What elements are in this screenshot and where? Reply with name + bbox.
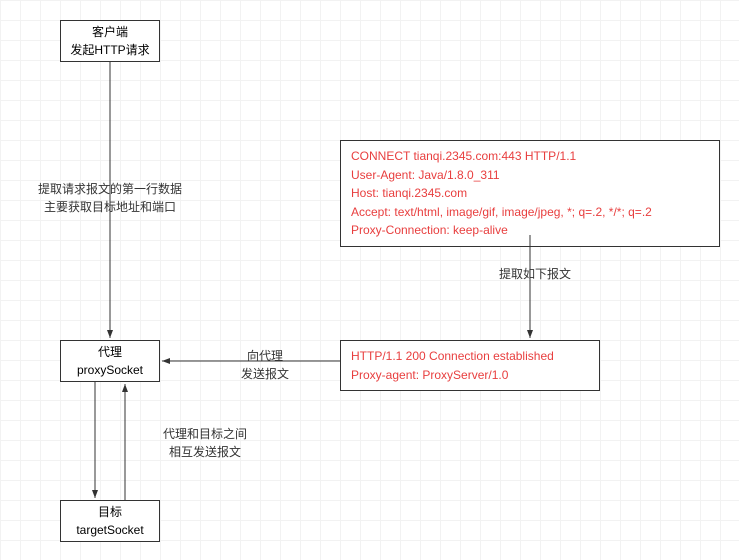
- proxy-line1: 代理: [98, 343, 122, 361]
- client-line1: 客户端: [92, 23, 128, 41]
- req-l2: User-Agent: Java/1.8.0_311: [351, 166, 709, 185]
- diagram-arrows: [0, 0, 739, 560]
- target-node[interactable]: 目标 targetSocket: [60, 500, 160, 542]
- target-line2: targetSocket: [76, 521, 143, 539]
- req-l4: Accept: text/html, image/gif, image/jpeg…: [351, 203, 709, 222]
- edge-label-send-to-proxy: 向代理 发送报文: [225, 347, 305, 383]
- stp-l1: 向代理: [225, 347, 305, 365]
- req-l3: Host: tianqi.2345.com: [351, 184, 709, 203]
- client-line2: 发起HTTP请求: [70, 41, 149, 59]
- proxy-node[interactable]: 代理 proxySocket: [60, 340, 160, 382]
- target-line1: 目标: [98, 503, 122, 521]
- proxy-line2: proxySocket: [77, 361, 143, 379]
- pt-l2: 相互发送报文: [150, 443, 260, 461]
- efl-l2: 主要获取目标地址和端口: [30, 198, 190, 216]
- pt-l1: 代理和目标之间: [150, 425, 260, 443]
- stp-l2: 发送报文: [225, 365, 305, 383]
- client-node[interactable]: 客户端 发起HTTP请求: [60, 20, 160, 62]
- edge-label-extract-below: 提取如下报文: [490, 265, 580, 283]
- edge-label-extract-firstline: 提取请求报文的第一行数据 主要获取目标地址和端口: [30, 180, 190, 216]
- request-box[interactable]: CONNECT tianqi.2345.com:443 HTTP/1.1 Use…: [340, 140, 720, 247]
- req-l1: CONNECT tianqi.2345.com:443 HTTP/1.1: [351, 147, 709, 166]
- efl-l1: 提取请求报文的第一行数据: [30, 180, 190, 198]
- edge-label-proxy-target: 代理和目标之间 相互发送报文: [150, 425, 260, 461]
- resp-l2: Proxy-agent: ProxyServer/1.0: [351, 366, 589, 385]
- req-l5: Proxy-Connection: keep-alive: [351, 221, 709, 240]
- response-box[interactable]: HTTP/1.1 200 Connection established Prox…: [340, 340, 600, 391]
- resp-l1: HTTP/1.1 200 Connection established: [351, 347, 589, 366]
